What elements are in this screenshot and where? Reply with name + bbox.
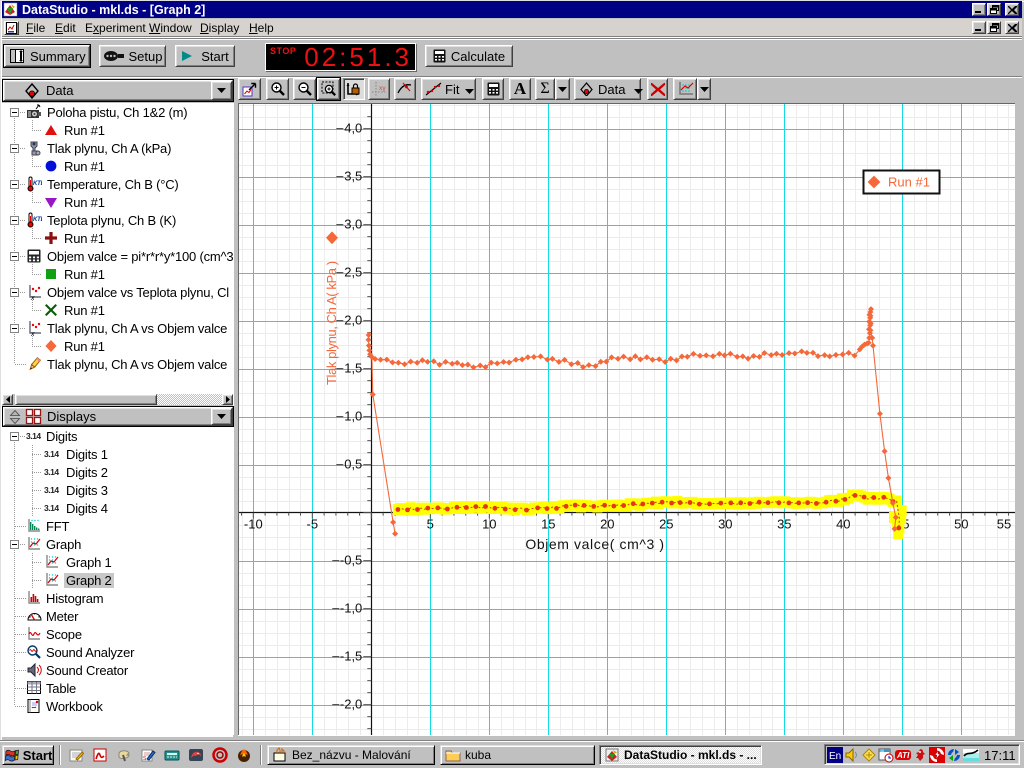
svg-text:-1,0: -1,0: [340, 601, 362, 616]
svg-text:20: 20: [600, 517, 614, 532]
svg-text:KTD: KTD: [33, 181, 42, 187]
svg-text:3.14: 3.14: [26, 431, 41, 441]
svg-text:38: 38: [880, 749, 884, 753]
svg-text:2,0: 2,0: [344, 313, 362, 328]
svg-text:-10: -10: [244, 517, 263, 532]
svg-text:50: 50: [954, 517, 968, 532]
svg-text:3,5: 3,5: [344, 169, 362, 184]
svg-text:-5: -5: [307, 517, 319, 532]
svg-text:0,5: 0,5: [344, 457, 362, 472]
svg-text:4,0: 4,0: [344, 121, 362, 136]
svg-text:3.14: 3.14: [44, 503, 59, 513]
svg-text:2,5: 2,5: [344, 265, 362, 280]
svg-text:-0,5: -0,5: [340, 553, 362, 568]
svg-text:3.14: 3.14: [44, 467, 59, 477]
svg-text:3.14: 3.14: [44, 449, 59, 459]
svg-text:40: 40: [836, 517, 850, 532]
svg-text:xy: xy: [379, 86, 386, 92]
svg-text:KTD: KTD: [33, 217, 42, 223]
svg-text:3.14: 3.14: [44, 485, 59, 495]
svg-text:ATI: ATI: [896, 751, 910, 760]
svg-text:1,5: 1,5: [344, 361, 362, 376]
svg-text:5: 5: [427, 517, 434, 532]
svg-text:15: 15: [541, 517, 555, 532]
svg-text:1,0: 1,0: [344, 409, 362, 424]
svg-text:10: 10: [482, 517, 496, 532]
svg-text:-2,0: -2,0: [340, 697, 362, 712]
svg-text:30: 30: [718, 517, 732, 532]
svg-text:35: 35: [777, 517, 791, 532]
svg-text:Run #1: Run #1: [888, 175, 930, 190]
svg-text:25: 25: [659, 517, 673, 532]
svg-text:3,0: 3,0: [344, 217, 362, 232]
svg-text:En: En: [829, 751, 841, 762]
svg-text:Objem valce( cm^3 ): Objem valce( cm^3 ): [525, 536, 664, 552]
svg-text:Tlak plynu, Ch A( kPa ): Tlak plynu, Ch A( kPa ): [324, 261, 339, 385]
svg-text:55: 55: [997, 517, 1011, 532]
svg-text:-1,5: -1,5: [340, 649, 362, 664]
